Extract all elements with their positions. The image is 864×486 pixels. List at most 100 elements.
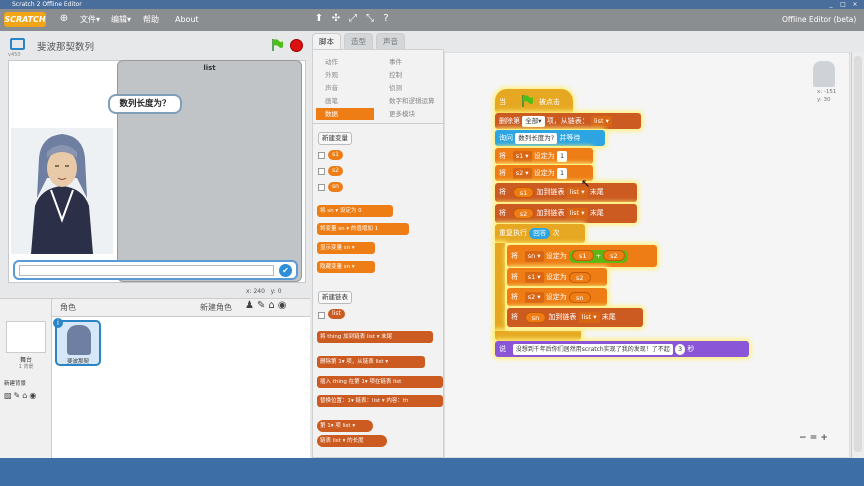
shrink-icon[interactable]: ⤡ <box>364 13 376 25</box>
backdrop-tools-icon[interactable]: ▨✎⌂◉ <box>4 391 38 400</box>
block-hide-variable[interactable]: 隐藏变量 sn ▾ <box>317 261 375 273</box>
checkbox-sn[interactable] <box>318 184 325 191</box>
reporter-s2[interactable]: s2 <box>328 166 343 176</box>
stop-icon[interactable] <box>290 39 303 52</box>
block-item-of-list[interactable]: 第 1▾ 项 list ▾ <box>317 420 373 432</box>
menu-file[interactable]: 文件▾ <box>80 13 100 27</box>
set-s2-to-sn-block[interactable]: 将 s2 ▾ 设定为 sn <box>507 288 607 306</box>
category-data[interactable]: 数据 <box>316 108 374 120</box>
menu-edit[interactable]: 编辑▾ <box>111 13 131 27</box>
script-area[interactable]: x: -151 y: 30 当 被点击 删除第 全部▾ 项，从链表： list … <box>444 52 850 458</box>
set-sn-block[interactable]: 将 sn ▾ 设定为 s1 + s2 <box>507 245 657 267</box>
s2-dropdown[interactable]: s2 ▾ <box>524 291 544 303</box>
block-change-variable[interactable]: 将变量 sn ▾ 的值增加 1 <box>317 223 409 235</box>
category-control[interactable]: 控制 <box>380 69 438 81</box>
answer-reporter[interactable]: 回答 <box>529 227 551 239</box>
set-s2-block[interactable]: 将 s2 ▾ 设定为 1 <box>495 165 593 181</box>
all-dropdown[interactable]: 全部▾ <box>522 115 545 127</box>
sn-reporter[interactable]: sn <box>569 291 591 303</box>
sn-reporter[interactable]: sn <box>524 311 547 323</box>
block-set-variable[interactable]: 将 sn ▾ 设定为 0 <box>317 205 393 217</box>
reporter-list[interactable]: list <box>328 309 345 319</box>
s2-dropdown[interactable]: s2 ▾ <box>512 167 532 179</box>
zoom-out-icon[interactable]: − <box>799 433 807 443</box>
fibonacci-portrait[interactable] <box>11 128 113 254</box>
globe-icon[interactable]: ⊕ <box>58 13 70 25</box>
category-sensing[interactable]: 侦测 <box>380 82 438 94</box>
fullscreen-icon[interactable] <box>10 38 25 50</box>
stage-thumbnail[interactable] <box>6 321 46 353</box>
set-s1-block[interactable]: 将 s1 ▾ 设定为 1 <box>495 148 593 164</box>
block-length-of-list[interactable]: 链表 list ▾ 的长度 <box>317 435 387 447</box>
delete-all-from-list-block[interactable]: 删除第 全部▾ 项，从链表： list ▾ <box>495 113 641 129</box>
value-input[interactable]: 1 <box>557 150 568 162</box>
duplicate-icon[interactable]: ⬆ <box>313 13 325 25</box>
when-flag-clicked-block[interactable]: 当 被点击 <box>495 89 573 113</box>
seconds-input[interactable]: 3 <box>674 343 686 355</box>
s2-reporter[interactable]: s2 <box>569 271 591 283</box>
new-variable-button[interactable]: 新建变量 <box>318 132 352 145</box>
check-icon[interactable]: ✔ <box>279 264 292 277</box>
list-dropdown[interactable]: list ▾ <box>566 207 588 219</box>
sprite-tile-fibonacci[interactable]: i 斐波那契 <box>53 318 101 366</box>
category-operators[interactable]: 数字和逻辑运算 <box>380 95 444 107</box>
menu-about[interactable]: About <box>175 13 199 27</box>
say-text-input[interactable]: 没想到千年后你们居然用scratch实现了我的发现！了不起 <box>512 343 673 355</box>
list-dropdown[interactable]: list ▾ <box>590 115 612 127</box>
info-icon[interactable]: i <box>53 318 63 328</box>
category-more-blocks[interactable]: 更多模块 <box>380 108 438 120</box>
s1-dropdown[interactable]: s1 ▾ <box>512 150 532 162</box>
s1-reporter[interactable]: s1 <box>512 186 535 198</box>
block-insert-at-list[interactable]: 插入 thing 在第 1▾ 项在链表 list <box>317 376 443 388</box>
s2-reporter[interactable]: s2 <box>512 207 535 219</box>
category-sound[interactable]: 声音 <box>316 82 374 94</box>
block-delete-of-list[interactable]: 删除第 1▾ 项，从链表 list ▾ <box>317 356 425 368</box>
tab-costumes[interactable]: 造型 <box>344 33 373 49</box>
reporter-sn[interactable]: sn <box>328 182 343 192</box>
scratch-logo[interactable]: SCRATCH <box>4 12 46 27</box>
add-operator[interactable]: s1 + s2 <box>569 249 628 263</box>
project-title[interactable]: 斐波那契数列 <box>37 39 94 53</box>
checkbox-s2[interactable] <box>318 168 325 175</box>
category-motion[interactable]: 动作 <box>316 56 374 68</box>
checkbox-s1[interactable] <box>318 152 325 159</box>
new-list-button[interactable]: 新建链表 <box>318 291 352 304</box>
say-for-secs-block[interactable]: 说 没想到千年后你们居然用scratch实现了我的发现！了不起 3 秒 <box>495 341 749 357</box>
value-input[interactable]: 1 <box>557 167 568 179</box>
list-dropdown[interactable]: list ▾ <box>578 311 600 323</box>
set-s1-to-s2-block[interactable]: 将 s1 ▾ 设定为 s2 <box>507 268 607 286</box>
repeat-block[interactable]: 重复执行 回答 次 <box>495 224 585 243</box>
s1-reporter[interactable]: s1 <box>572 250 594 261</box>
cut-icon[interactable]: ✣ <box>330 13 342 25</box>
maximize-button[interactable]: □ <box>838 0 848 9</box>
s2-reporter[interactable]: s2 <box>603 250 625 261</box>
checkbox-list[interactable] <box>318 312 325 319</box>
new-sprite-tools-icon[interactable]: ♟✎⌂◉ <box>245 300 289 311</box>
reporter-s1[interactable]: s1 <box>328 150 343 160</box>
add-s2-to-list-block[interactable]: 将 s2 加到链表 list ▾ 末尾 <box>495 204 637 223</box>
sn-dropdown[interactable]: sn ▾ <box>524 250 544 262</box>
tab-scripts[interactable]: 脚本 <box>312 33 341 49</box>
category-looks[interactable]: 外观 <box>316 69 374 81</box>
category-pen[interactable]: 画笔 <box>316 95 374 107</box>
s1-dropdown[interactable]: s1 ▾ <box>524 271 544 283</box>
zoom-reset-icon[interactable]: = <box>810 433 818 443</box>
tab-sounds[interactable]: 声音 <box>376 33 405 49</box>
help-icon[interactable]: ? <box>380 13 392 25</box>
add-sn-to-list-block[interactable]: 将 sn 加到链表 list ▾ 末尾 <box>507 308 643 327</box>
close-button[interactable]: × <box>850 0 860 9</box>
ask-text-input[interactable]: 数列长度为? <box>515 132 558 144</box>
green-flag-icon[interactable] <box>270 38 284 52</box>
menu-help[interactable]: 帮助 <box>143 13 159 27</box>
minimize-button[interactable]: _ <box>826 0 836 9</box>
scrollbar-thumb[interactable] <box>854 56 862 452</box>
answer-input[interactable] <box>19 265 274 276</box>
script-area-scrollbar[interactable] <box>851 52 864 458</box>
block-show-variable[interactable]: 显示变量 sn ▾ <box>317 242 375 254</box>
add-s1-to-list-block[interactable]: 将 s1 加到链表 list ▾ 末尾 <box>495 183 637 202</box>
block-replace-item[interactable]: 替换位置：1▾ 链表：list ▾ 内容：th <box>317 395 443 407</box>
category-events[interactable]: 事件 <box>380 56 438 68</box>
zoom-in-icon[interactable]: + <box>820 433 828 443</box>
ask-and-wait-block[interactable]: 询问 数列长度为? 并等待 <box>495 130 605 146</box>
grow-icon[interactable]: ⤢ <box>347 13 359 25</box>
